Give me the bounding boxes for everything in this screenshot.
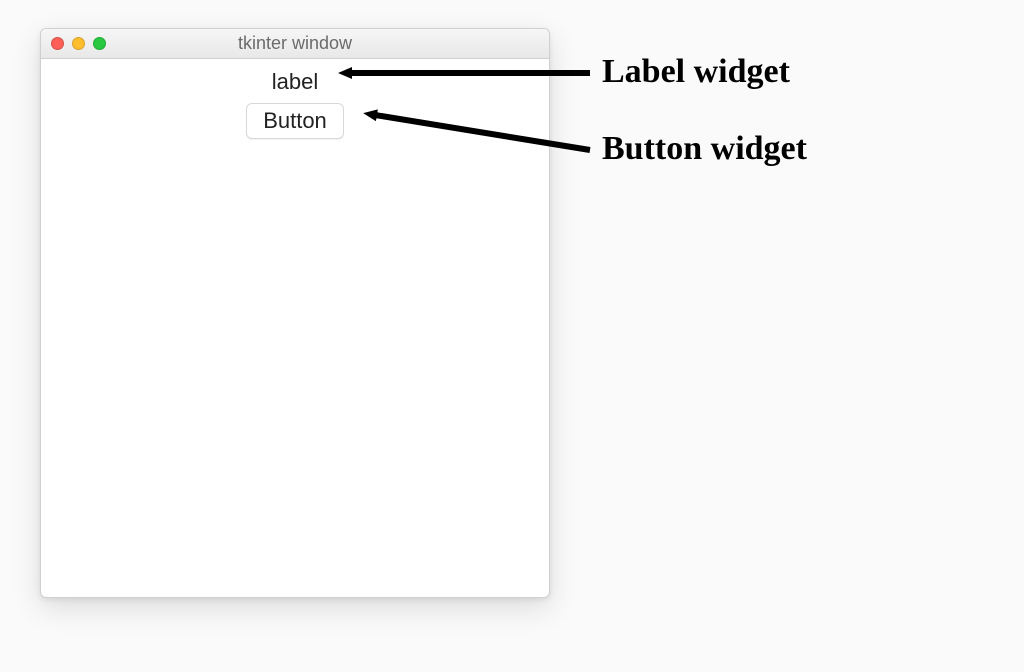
titlebar: tkinter window [41,29,549,59]
window-controls [41,37,106,50]
minimize-icon[interactable] [72,37,85,50]
annotation-button: Button widget [602,130,807,168]
maximize-icon[interactable] [93,37,106,50]
close-icon[interactable] [51,37,64,50]
label-widget: label [272,69,318,95]
app-window: tkinter window label Button [40,28,550,598]
annotation-label: Label widget [602,53,790,91]
window-content: label Button [41,59,549,139]
window-title: tkinter window [41,33,549,54]
button-widget[interactable]: Button [246,103,344,139]
